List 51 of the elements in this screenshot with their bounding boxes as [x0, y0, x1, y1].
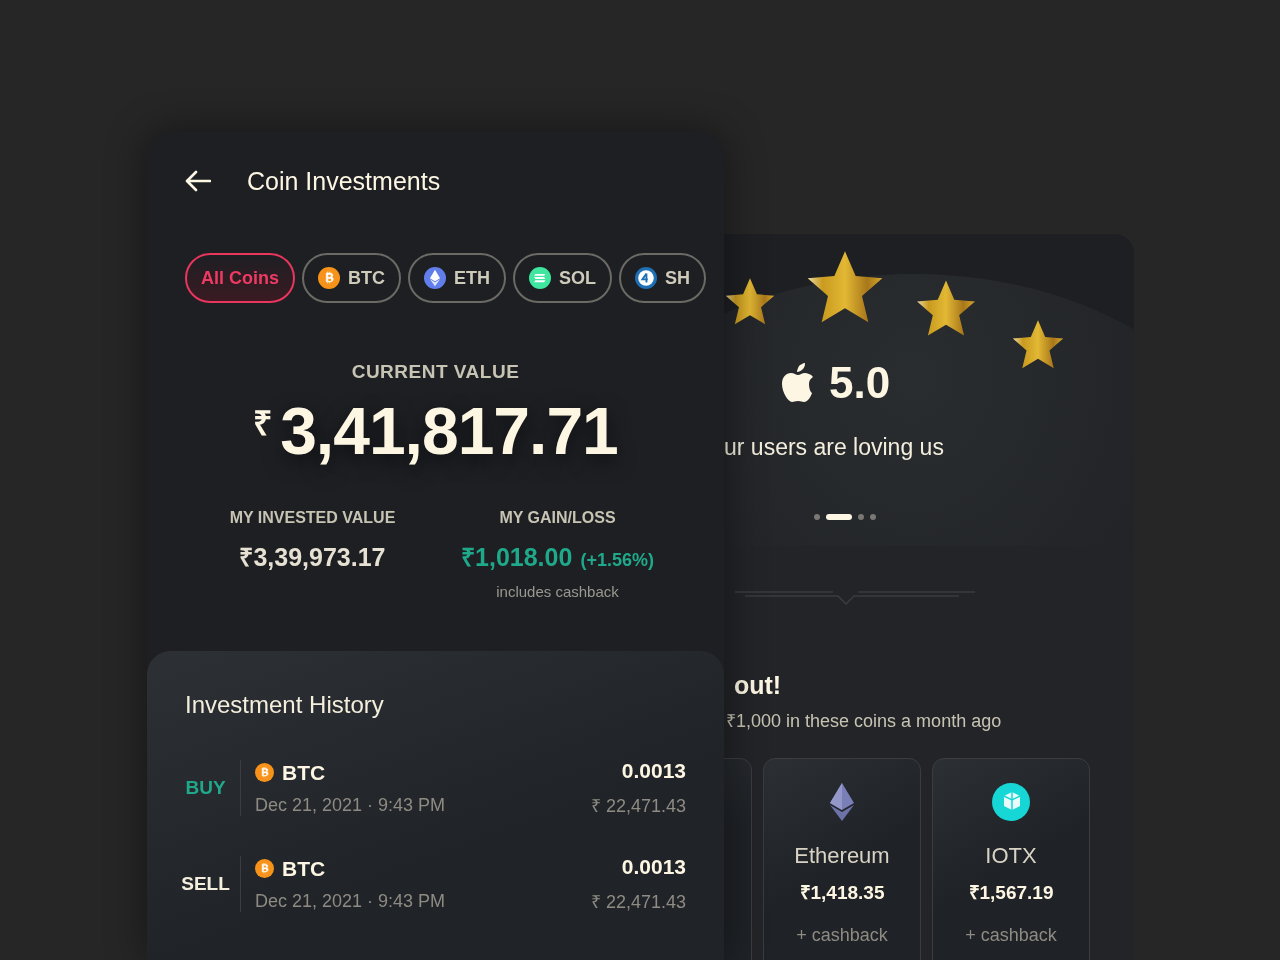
coin-quantity: 0.0013	[620, 855, 686, 879]
coin-filter-chip[interactable]: All Coins	[185, 253, 295, 303]
coin-logo-icon	[992, 783, 1030, 821]
coin-name: Ethereum	[794, 843, 890, 869]
transaction-type: BUY	[185, 760, 241, 816]
coin-logo-icon	[255, 859, 274, 878]
gain-loss-percent: (+1.56%)	[580, 550, 654, 571]
coin-symbol: BTC	[282, 760, 326, 785]
rating-score: 5.0	[829, 358, 891, 408]
coin-logo-icon	[529, 267, 551, 289]
coin-value: ₹1,418.35	[799, 881, 885, 905]
cashback-note: + cashback	[965, 925, 1057, 946]
coin-name: IOTX	[985, 843, 1037, 869]
section-title: Investment History	[185, 691, 385, 719]
coin-quantity: 0.0013	[620, 759, 686, 783]
coin-card[interactable]: IOTX ₹1,567.19 + cashback	[932, 758, 1090, 960]
screen-title: Coin Investments	[247, 166, 441, 196]
cashback-note: + cashback	[796, 925, 888, 946]
page-indicator-dot[interactable]	[858, 514, 864, 520]
back-arrow-icon[interactable]	[185, 170, 211, 192]
gain-loss-value: ₹1,018.00	[461, 542, 573, 573]
coin-logo-icon	[635, 267, 658, 289]
transaction-amount: ₹ 22,471.43	[590, 891, 686, 913]
page-indicator-dot[interactable]	[814, 514, 820, 520]
current-value-label: CURRENT VALUE	[350, 361, 521, 383]
promo-heading: out!	[734, 671, 782, 700]
coin-filter-chip[interactable]: ETH	[408, 253, 506, 303]
coin-filter-chip[interactable]: BTC	[302, 253, 401, 303]
currency-symbol: ₹	[253, 403, 273, 444]
cashback-note: includes cashback	[495, 583, 620, 600]
invested-value: ₹3,39,973.17	[238, 542, 387, 573]
coin-logo-icon	[424, 267, 446, 289]
invested-value-label: MY INVESTED VALUE	[228, 509, 397, 527]
chevron-divider-icon	[735, 590, 975, 606]
rating-caption: ur users are loving us	[724, 434, 944, 461]
coin-filter-chip[interactable]: SOL	[513, 253, 613, 303]
coin-logo-icon	[318, 267, 340, 289]
coin-symbol: BTC	[282, 856, 326, 881]
transaction-date: Dec 21, 2021 · 9:43 PM	[255, 890, 447, 912]
transaction-date: Dec 21, 2021 · 9:43 PM	[255, 794, 447, 816]
coin-card[interactable]: Ethereum ₹1,418.35 + cashback	[763, 758, 921, 960]
transaction-amount: ₹ 22,471.43	[590, 795, 686, 817]
current-value-amount: 3,41,817.71	[280, 393, 618, 469]
coin-filter-chip[interactable]: SH	[619, 253, 707, 303]
gain-loss-label: MY GAIN/LOSS	[498, 509, 617, 527]
page-indicator-dot[interactable]	[870, 514, 876, 520]
promo-subtitle: ₹1,000 in these coins a month ago	[726, 710, 1002, 732]
apple-logo-icon	[781, 363, 815, 403]
coin-value: ₹1,567.19	[968, 881, 1054, 905]
ethereum-logo-icon	[830, 783, 854, 821]
coin-logo-icon	[255, 763, 274, 782]
